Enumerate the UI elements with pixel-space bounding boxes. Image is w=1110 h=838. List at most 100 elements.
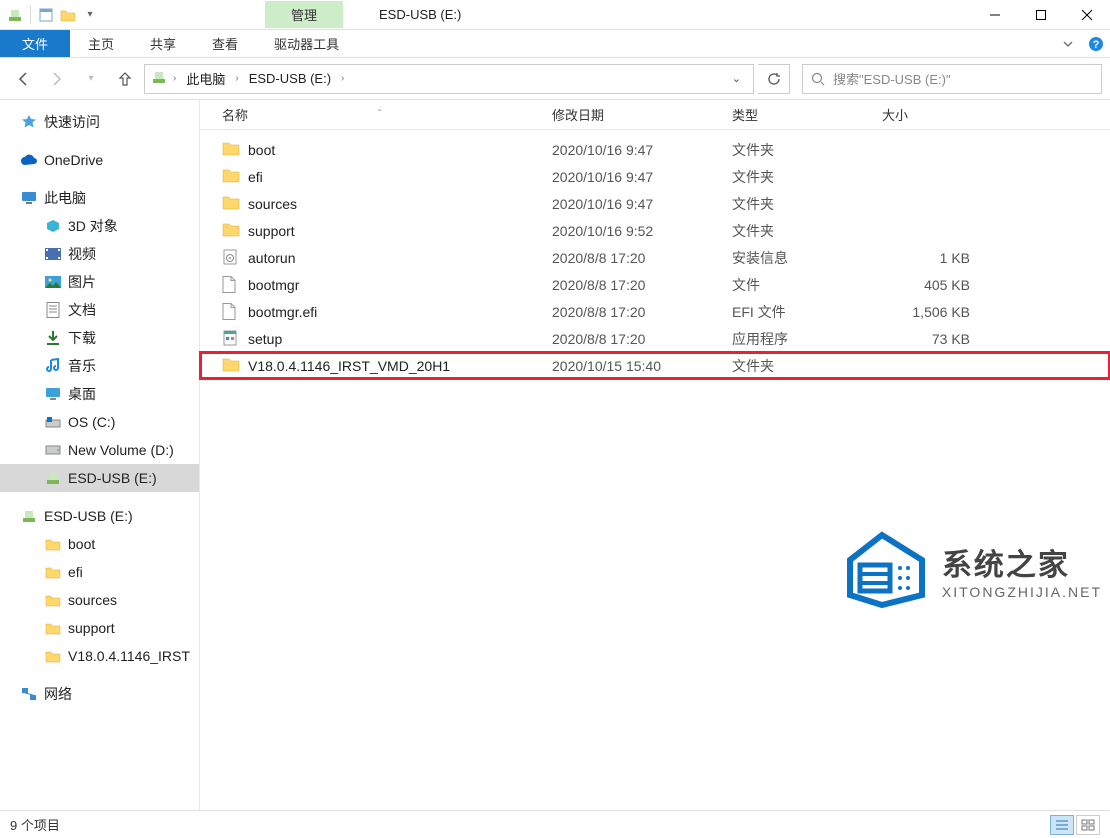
properties-icon[interactable] (37, 6, 55, 24)
chevron-right-icon[interactable]: › (341, 73, 344, 84)
tree-pc-child[interactable]: 视频 (0, 240, 199, 268)
tree-usb-child[interactable]: V18.0.4.1146_IRST (0, 642, 199, 670)
ribbon-tab-view[interactable]: 查看 (194, 30, 256, 57)
tree-network[interactable]: 网络 (0, 680, 199, 708)
tree-pc-child[interactable]: New Volume (D:) (0, 436, 199, 464)
address-dropdown[interactable]: ⌄ (726, 72, 747, 85)
watermark-logo-icon (832, 530, 932, 610)
breadcrumb-drive[interactable]: ESD-USB (E:) (245, 69, 335, 88)
chevron-right-icon[interactable]: › (173, 73, 176, 84)
file-size (874, 148, 994, 152)
file-size (874, 175, 994, 179)
tree-item-icon (44, 357, 62, 375)
file-row[interactable]: boot2020/10/16 9:47文件夹 (200, 136, 1110, 163)
qat-dropdown-icon[interactable]: ▾ (81, 6, 99, 24)
file-name: boot (248, 142, 275, 158)
tree-usb-child[interactable]: sources (0, 586, 199, 614)
tree-usb-child[interactable]: efi (0, 558, 199, 586)
tree-pc-child[interactable]: OS (C:) (0, 408, 199, 436)
tree-item-icon (44, 385, 62, 403)
file-row[interactable]: support2020/10/16 9:52文件夹 (200, 217, 1110, 244)
file-size: 405 KB (874, 275, 994, 295)
breadcrumb-pc[interactable]: 此电脑 (182, 67, 229, 90)
file-type: 文件 (724, 273, 874, 297)
back-button[interactable] (8, 65, 38, 93)
tree-pc-child[interactable]: 3D 对象 (0, 212, 199, 240)
close-button[interactable] (1064, 0, 1110, 30)
col-size[interactable]: 大小 (874, 101, 994, 128)
tree-pc-child[interactable]: 下载 (0, 324, 199, 352)
details-view-button[interactable] (1050, 815, 1074, 835)
tree-pc-child[interactable]: 音乐 (0, 352, 199, 380)
search-box[interactable]: 搜索"ESD-USB (E:)" (802, 64, 1102, 94)
tree-usb-root[interactable]: ESD-USB (E:) (0, 502, 199, 530)
file-row[interactable]: bootmgr.efi2020/8/8 17:20EFI 文件1,506 KB (200, 298, 1110, 325)
tree-pc-child[interactable]: 图片 (0, 268, 199, 296)
tree-pc-child[interactable]: 桌面 (0, 380, 199, 408)
main-area: 快速访问 OneDrive 此电脑 3D 对象视频图片文档下载音乐桌面OS (C… (0, 100, 1110, 810)
file-row[interactable]: setup2020/8/8 17:20应用程序73 KB (200, 325, 1110, 352)
tree-label: boot (68, 536, 95, 552)
tree-label: ESD-USB (E:) (44, 508, 133, 524)
titlebar: ▾ 管理 ESD-USB (E:) (0, 0, 1110, 30)
tree-quick-access[interactable]: 快速访问 (0, 108, 199, 136)
file-rows: boot2020/10/16 9:47文件夹efi2020/10/16 9:47… (200, 130, 1110, 810)
search-placeholder: 搜索"ESD-USB (E:)" (833, 69, 951, 88)
tree-onedrive[interactable]: OneDrive (0, 146, 199, 174)
file-date: 2020/8/8 17:20 (544, 329, 724, 349)
tree-label: 快速访问 (44, 112, 100, 132)
address-bar[interactable]: › 此电脑 › ESD-USB (E:) › ⌄ (144, 64, 754, 94)
file-list: 名称ˆ 修改日期 类型 大小 boot2020/10/16 9:47文件夹efi… (200, 100, 1110, 810)
file-type: 文件夹 (724, 165, 874, 189)
refresh-button[interactable] (758, 64, 790, 94)
tree-usb-child[interactable]: boot (0, 530, 199, 558)
tree-item-icon (44, 413, 62, 431)
file-name: setup (248, 331, 282, 347)
file-row[interactable]: autorun 2020/8/8 17:20安装信息1 KB (200, 244, 1110, 271)
minimize-button[interactable] (972, 0, 1018, 30)
file-name: autorun (248, 250, 295, 266)
col-name[interactable]: 名称ˆ (214, 101, 544, 128)
file-type: 安装信息 (724, 246, 874, 270)
file-size: 73 KB (874, 329, 994, 349)
tree-label: 网络 (44, 684, 72, 704)
item-count: 9 个项目 (10, 815, 60, 834)
tree-label: efi (68, 564, 83, 580)
tree-label: 此电脑 (44, 188, 86, 208)
tree-this-pc[interactable]: 此电脑 (0, 184, 199, 212)
ribbon-collapse-icon[interactable] (1054, 30, 1082, 57)
chevron-right-icon[interactable]: › (235, 73, 238, 84)
tree-usb-child[interactable]: support (0, 614, 199, 642)
watermark: 系统之家 XITONGZHIJIA.NET (832, 530, 1102, 610)
tree-pc-child[interactable]: 文档 (0, 296, 199, 324)
file-row[interactable]: efi2020/10/16 9:47文件夹 (200, 163, 1110, 190)
sort-asc-icon: ˆ (378, 109, 381, 120)
up-button[interactable] (110, 65, 140, 93)
file-date: 2020/8/8 17:20 (544, 248, 724, 268)
contextual-tab-label[interactable]: 管理 (265, 1, 343, 28)
tree-pc-child[interactable]: ESD-USB (E:) (0, 464, 199, 492)
file-row[interactable]: bootmgr2020/8/8 17:20文件405 KB (200, 271, 1110, 298)
ribbon-tab-share[interactable]: 共享 (132, 30, 194, 57)
maximize-button[interactable] (1018, 0, 1064, 30)
new-folder-icon[interactable] (59, 6, 77, 24)
tree-item-icon (44, 441, 62, 459)
tree-label: 音乐 (68, 356, 96, 376)
file-size: 1 KB (874, 248, 994, 268)
file-type-icon (222, 222, 240, 240)
ribbon-file-tab[interactable]: 文件 (0, 30, 70, 57)
forward-button[interactable] (42, 65, 72, 93)
drive-address-icon (151, 69, 167, 88)
file-row[interactable]: V18.0.4.1146_IRST_VMD_20H12020/10/15 15:… (200, 352, 1110, 379)
col-date[interactable]: 修改日期 (544, 101, 724, 128)
tree-label: 视频 (68, 244, 96, 264)
ribbon-tab-drive-tools[interactable]: 驱动器工具 (256, 30, 357, 57)
file-row[interactable]: sources2020/10/16 9:47文件夹 (200, 190, 1110, 217)
file-date: 2020/8/8 17:20 (544, 302, 724, 322)
thumbnails-view-button[interactable] (1076, 815, 1100, 835)
history-dropdown[interactable]: ▾ (76, 65, 106, 93)
ribbon-tab-home[interactable]: 主页 (70, 30, 132, 57)
help-icon[interactable]: ? (1082, 30, 1110, 57)
col-type[interactable]: 类型 (724, 101, 874, 128)
file-type-icon (222, 195, 240, 213)
